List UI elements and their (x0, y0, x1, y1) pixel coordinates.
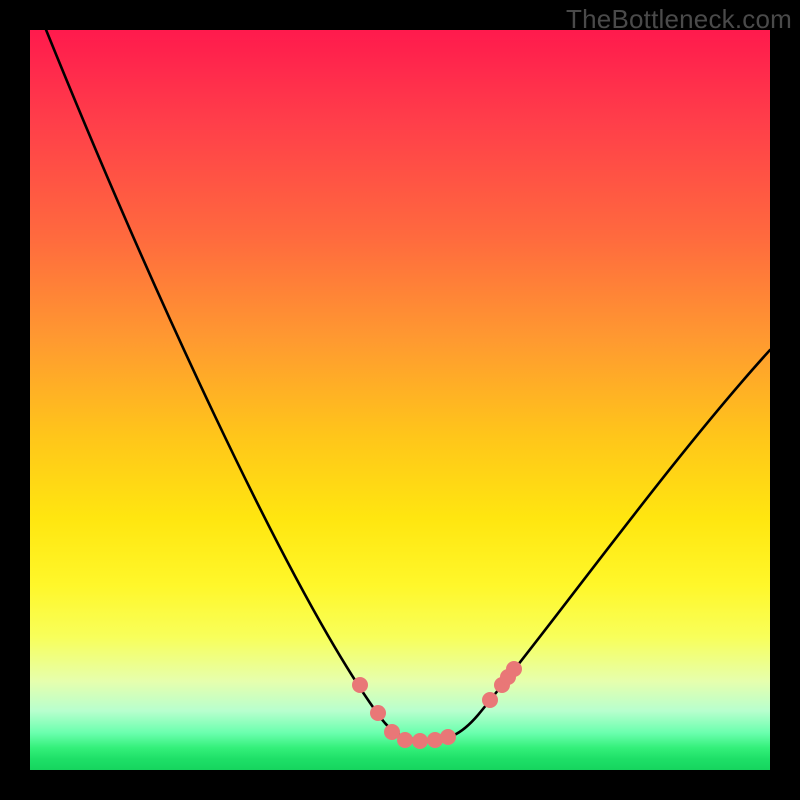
chart-svg (30, 30, 770, 770)
curve-marker (440, 729, 456, 745)
bottleneck-curve (30, 30, 770, 740)
plot-area (30, 30, 770, 770)
marker-group (352, 661, 522, 749)
curve-marker (506, 661, 522, 677)
curve-marker (370, 705, 386, 721)
curve-marker (482, 692, 498, 708)
curve-marker (412, 733, 428, 749)
curve-marker (397, 732, 413, 748)
curve-marker (352, 677, 368, 693)
